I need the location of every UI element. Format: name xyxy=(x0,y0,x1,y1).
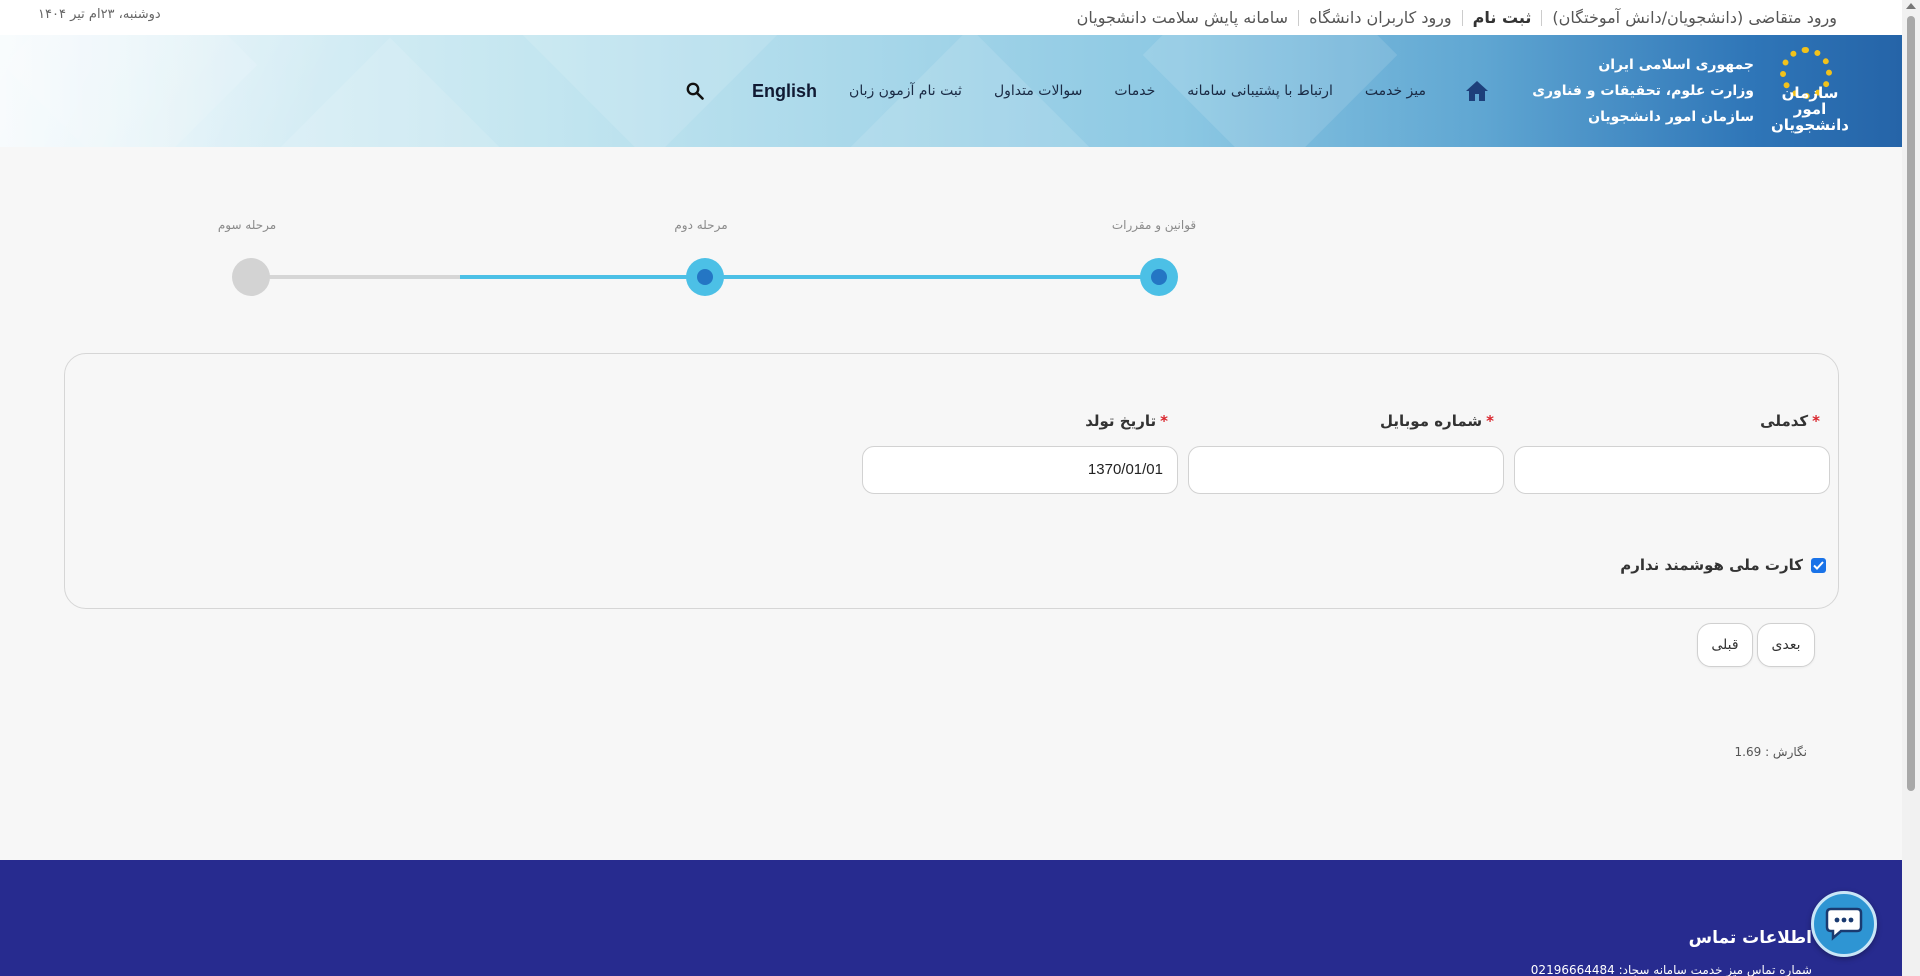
required-mark: * xyxy=(1812,412,1820,430)
version-label: نگارش : 1.69 xyxy=(1734,745,1807,759)
mobile-group: *شماره موبایل xyxy=(1188,412,1504,494)
nav-support[interactable]: ارتباط با پشتیبانی سامانه xyxy=(1187,83,1333,99)
mobile-input[interactable] xyxy=(1188,446,1504,494)
mobile-label: *شماره موبایل xyxy=(1380,412,1494,430)
divider xyxy=(1541,9,1543,26)
footer-contact-line: شماره تماس میز خدمت سامانه سجاد: 0219666… xyxy=(1530,963,1812,976)
step-label-second: مرحله دوم xyxy=(674,218,728,232)
header-banner: سازمان امور دانشجویان جمهوری اسلامی ایرا… xyxy=(0,35,1902,147)
birthdate-input[interactable]: 1370/01/01 xyxy=(862,446,1178,494)
brand-line-3: سازمان امور دانشجویان xyxy=(1588,109,1754,125)
birthdate-group: *تاریخ تولد 1370/01/01 xyxy=(862,412,1178,494)
nav-services[interactable]: خدمات xyxy=(1114,83,1155,99)
progress-fill xyxy=(459,275,1159,279)
previous-button[interactable]: قبلی xyxy=(1697,623,1753,667)
step-label-rules: قوانین و مقررات xyxy=(1111,218,1197,232)
required-mark: * xyxy=(1486,412,1494,430)
current-date: دوشنبه، ۲۳ام تیر ۱۴۰۴ xyxy=(38,7,161,22)
footer: اطلاعات تماس شماره تماس میز خدمت سامانه … xyxy=(0,860,1902,976)
next-button[interactable]: بعدی xyxy=(1757,623,1815,667)
top-links: ورود متقاضی (دانشجویان/دانش آموختگان) ثب… xyxy=(1067,0,1847,35)
scrollbar-thumb[interactable] xyxy=(1907,16,1915,791)
nav-language-exam-registration[interactable]: ثبت نام آزمون زبان xyxy=(849,83,962,99)
brand-titles: جمهوری اسلامی ایران وزارت علوم، تحقیقات … xyxy=(1532,52,1754,130)
national-code-label: *کدملی xyxy=(1760,412,1820,430)
divider xyxy=(1298,9,1300,26)
registration-stepper: قوانین و مقررات مرحله دوم مرحله سوم xyxy=(0,200,1902,320)
no-smart-card-label[interactable]: کارت ملی هوشمند ندارم xyxy=(1620,556,1803,574)
birthdate-label: *تاریخ تولد xyxy=(1085,412,1168,430)
no-smart-card-row: کارت ملی هوشمند ندارم xyxy=(1620,556,1826,574)
chat-bubble-icon xyxy=(1825,907,1863,941)
logo-text-2: دانشجویان xyxy=(1770,116,1850,134)
brand-line-2: وزارت علوم، تحقیقات و فناوری xyxy=(1532,83,1754,99)
nav-service-desk[interactable]: میز خدمت xyxy=(1365,83,1426,99)
step-dot-second[interactable] xyxy=(686,258,724,296)
form-card: *کدملی *شماره موبایل *تاریخ تولد 1370/01… xyxy=(64,353,1839,609)
step-dot-third[interactable] xyxy=(232,258,270,296)
search-icon[interactable] xyxy=(684,80,706,102)
top-utility-bar: ورود متقاضی (دانشجویان/دانش آموختگان) ثب… xyxy=(0,0,1902,35)
no-smart-card-checkbox[interactable] xyxy=(1811,557,1826,573)
national-code-input[interactable] xyxy=(1514,446,1830,494)
organization-logo: سازمان امور دانشجویان xyxy=(1764,43,1854,139)
required-mark: * xyxy=(1160,412,1168,430)
home-icon[interactable] xyxy=(1464,79,1490,103)
scroll-up-arrow-icon[interactable] xyxy=(1906,3,1916,9)
brand[interactable]: سازمان امور دانشجویان جمهوری اسلامی ایرا… xyxy=(1532,43,1854,139)
divider xyxy=(1461,9,1463,26)
national-code-group: *کدملی xyxy=(1514,412,1830,494)
footer-contact-title: اطلاعات تماس xyxy=(1688,928,1812,948)
main-nav: میز خدمت ارتباط با پشتیبانی سامانه خدمات… xyxy=(684,35,1490,147)
nav-faq[interactable]: سوالات متداول xyxy=(994,83,1082,99)
step-label-third: مرحله سوم xyxy=(217,218,277,232)
applicant-login-link[interactable]: ورود متقاضی (دانشجویان/دانش آموختگان) xyxy=(1542,8,1847,27)
chat-support-button[interactable] xyxy=(1811,891,1877,957)
page-scrollbar[interactable] xyxy=(1902,0,1920,976)
logo-text-1: سازمان امور xyxy=(1781,84,1839,118)
student-health-system-link[interactable]: سامانه پایش سلامت دانشجویان xyxy=(1067,8,1298,27)
university-users-login-link[interactable]: ورود کاربران دانشگاه xyxy=(1299,8,1462,27)
step-dot-rules[interactable] xyxy=(1140,258,1178,296)
check-icon xyxy=(1813,560,1824,570)
nav-english[interactable]: English xyxy=(752,81,817,102)
brand-line-1: جمهوری اسلامی ایران xyxy=(1598,57,1754,73)
register-link[interactable]: ثبت نام xyxy=(1463,8,1542,27)
